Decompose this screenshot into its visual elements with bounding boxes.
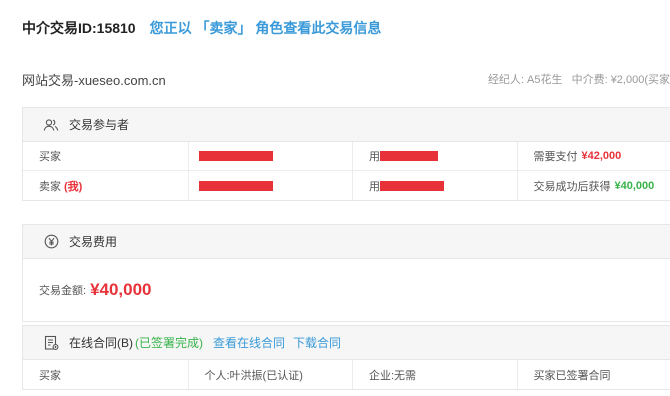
buyer-pay-cell: 需要支付 ¥42,000 xyxy=(518,142,670,170)
amount-value: ¥40,000 xyxy=(90,280,152,299)
seller-receive-amount: ¥40,000 xyxy=(614,179,655,192)
contract-role: 买家 xyxy=(23,360,189,389)
site-name: 网站交易-xueseo.com.cn xyxy=(22,72,166,88)
seller-receive-label: 交易成功后获得 xyxy=(533,180,611,193)
seller-name-cell xyxy=(189,171,353,200)
page-header: 中介交易ID:15810 您正以 「卖家」 角色查看此交易信息 xyxy=(22,16,381,40)
contract-company: 企业:无需 xyxy=(353,360,518,389)
fees-panel: 交易费用 交易金额: ¥40,000 xyxy=(22,224,670,322)
contract-header: 在线合同(B) (已签署完成) 查看在线合同 下载合同 xyxy=(23,326,670,360)
buyer-account-prefix: 用 xyxy=(369,151,380,163)
view-contract-link[interactable]: 查看在线合同 xyxy=(213,334,285,351)
seller-receive-cell: 交易成功后获得 ¥40,000 xyxy=(518,171,670,200)
table-row-seller: 卖家 (我) 用 交易成功后获得 ¥40,000 xyxy=(23,171,670,200)
fees-body: 交易金额: ¥40,000 xyxy=(23,259,670,321)
buyer-account-redacted xyxy=(380,151,438,161)
table-row-buyer: 买家 用 需要支付 ¥42,000 xyxy=(23,142,670,171)
role-notice: 您正以 「卖家」 角色查看此交易信息 xyxy=(149,20,382,36)
contract-table-row: 买家 个人:叶洪振(已认证) 企业:无需 买家已签署合同 xyxy=(23,360,670,389)
contract-title: 在线合同(B) xyxy=(69,336,133,350)
seller-account-cell: 用 xyxy=(353,171,518,200)
transaction-id: 中介交易ID:15810 xyxy=(22,20,136,36)
buyer-name-redacted xyxy=(198,151,273,161)
yen-circle-icon xyxy=(43,234,59,250)
users-icon xyxy=(43,117,59,133)
broker-fee: 中介费: ¥2,000(买家 xyxy=(571,74,670,86)
buyer-role-label: 买家 xyxy=(23,142,189,170)
seller-me-tag: (我) xyxy=(64,180,83,193)
amount-label: 交易金额: xyxy=(39,285,87,297)
download-contract-link[interactable]: 下载合同 xyxy=(293,334,341,351)
seller-account-prefix: 用 xyxy=(369,180,380,193)
participants-header: 交易参与者 xyxy=(23,108,670,142)
participants-panel: 交易参与者 买家 用 需要支付 ¥42,000 卖家 (我) 用 交易成功后获得 xyxy=(22,107,670,201)
seller-role-cell: 卖家 (我) xyxy=(23,171,189,200)
contract-document-icon xyxy=(43,335,59,351)
participants-title: 交易参与者 xyxy=(69,118,130,132)
seller-name-redacted xyxy=(198,180,273,191)
buyer-name-cell xyxy=(189,142,353,170)
fees-title: 交易费用 xyxy=(69,235,118,249)
buyer-pay-amount: ¥42,000 xyxy=(581,150,622,162)
broker-fee-info: 经纪人: A5花生 中介费: ¥2,000(买家 xyxy=(482,71,670,87)
contract-status: (已签署完成) xyxy=(135,336,203,350)
contract-panel: 在线合同(B) (已签署完成) 查看在线合同 下载合同 买家 个人:叶洪振(已认… xyxy=(22,325,670,390)
broker-name: 经纪人: A5花生 xyxy=(487,74,563,86)
buyer-account-cell: 用 xyxy=(353,142,518,170)
contract-personal: 个人:叶洪振(已认证) xyxy=(189,360,353,389)
contract-state: 买家已签署合同 xyxy=(533,369,611,382)
buyer-pay-label: 需要支付 xyxy=(533,151,578,163)
seller-account-redacted xyxy=(380,180,444,191)
fees-header: 交易费用 xyxy=(23,225,670,259)
site-info-line: 网站交易-xueseo.com.cn 经纪人: A5花生 中介费: ¥2,000… xyxy=(22,68,670,90)
seller-role-label: 卖家 xyxy=(39,180,61,193)
